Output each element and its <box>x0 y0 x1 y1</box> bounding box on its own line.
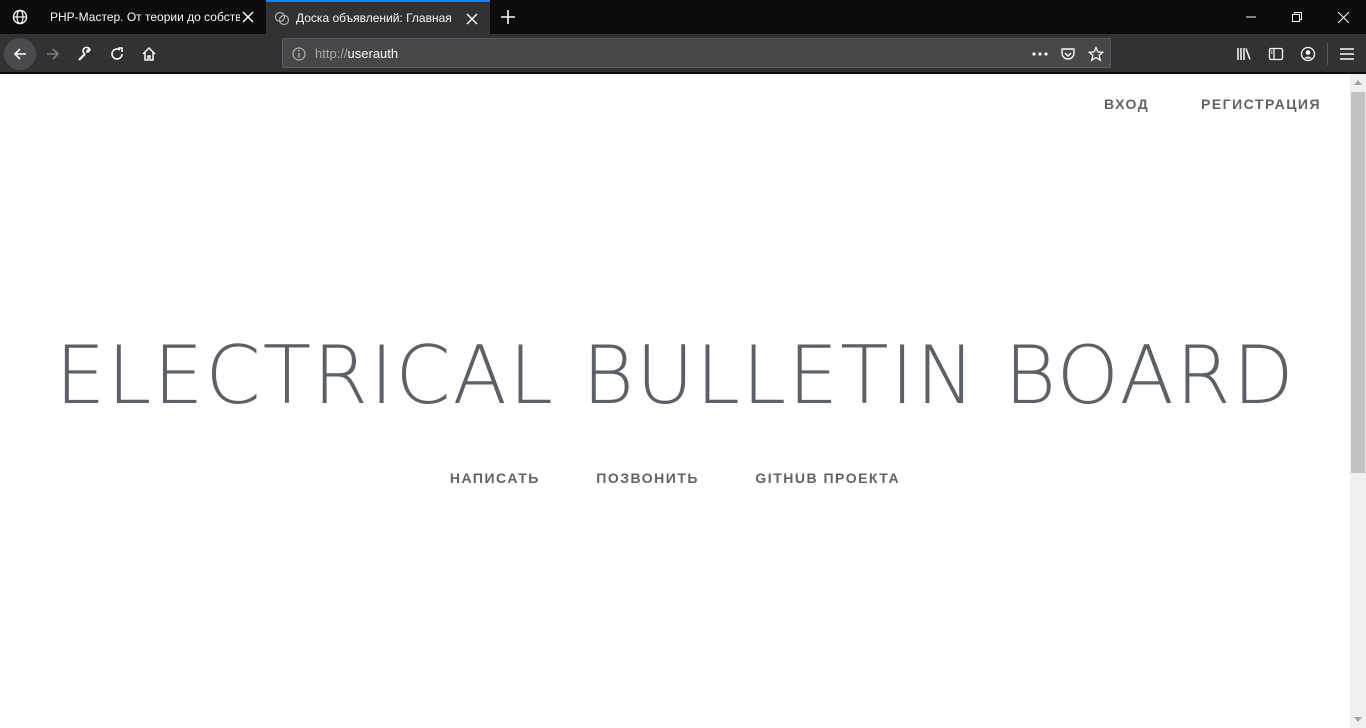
pocket-icon <box>1061 48 1075 60</box>
register-link[interactable]: Регистрация <box>1201 96 1321 112</box>
url-protocol: http:// <box>315 46 348 61</box>
forward-button[interactable] <box>37 38 69 70</box>
menu-button[interactable] <box>1331 38 1363 70</box>
tab-title: PHP-Мастер. От теории до собственной CMS <box>50 10 240 24</box>
address-bar[interactable]: http://userauth <box>282 38 1111 68</box>
scroll-down-button[interactable] <box>1350 711 1366 728</box>
scrollbar-thumb[interactable] <box>1351 92 1365 473</box>
restore-button[interactable] <box>1274 0 1320 34</box>
tab-overflow-globe[interactable] <box>0 0 40 34</box>
plus-icon <box>501 10 515 24</box>
forward-arrow-icon <box>47 48 60 60</box>
tab-close-button[interactable] <box>240 9 256 25</box>
account-button[interactable] <box>1292 38 1324 70</box>
tab-bulletin-board[interactable]: Доска объявлений: Главная <box>266 0 490 34</box>
write-link[interactable]: Написать <box>450 470 540 486</box>
star-icon <box>1088 46 1104 62</box>
account-icon <box>1300 46 1316 62</box>
hamburger-menu-icon <box>1340 48 1354 60</box>
scroll-down-icon <box>1354 717 1362 722</box>
info-icon <box>292 47 306 61</box>
toolbar-separator <box>1327 43 1328 65</box>
close-icon <box>1337 11 1349 23</box>
scroll-up-button[interactable] <box>1350 74 1366 91</box>
minimize-icon <box>1246 16 1256 18</box>
site-info-button[interactable] <box>290 45 308 63</box>
site-favicon <box>274 11 290 26</box>
close-icon <box>466 13 478 25</box>
tab-php-master[interactable]: PHP-Мастер. От теории до собственной CMS <box>40 0 266 34</box>
login-link[interactable]: Вход <box>1104 96 1149 112</box>
url-host: userauth <box>347 46 399 61</box>
pocket-button[interactable] <box>1059 45 1077 63</box>
navigation-toolbar: http://userauth <box>0 34 1366 73</box>
back-button[interactable] <box>4 38 36 70</box>
wrench-icon <box>78 46 91 61</box>
back-arrow-icon <box>13 48 26 60</box>
reload-button[interactable] <box>101 38 133 70</box>
sidebar-icon <box>1268 47 1284 61</box>
minimize-button[interactable] <box>1228 0 1274 34</box>
restore-icon <box>1292 12 1302 22</box>
page-actions-button[interactable] <box>1031 45 1049 63</box>
tab-close-button[interactable] <box>464 11 480 27</box>
more-dots-icon <box>1032 52 1048 56</box>
call-link[interactable]: Позвонить <box>596 470 699 486</box>
page-title: ELECTRICAL BULLETIN BOARD <box>0 326 1350 426</box>
library-icon <box>1237 48 1251 60</box>
url-text[interactable]: http://userauth <box>315 46 398 61</box>
github-link[interactable]: Github проекта <box>755 470 900 486</box>
browser-titlebar: PHP-Мастер. От теории до собственной CMS… <box>0 0 1366 34</box>
new-tab-button[interactable] <box>494 2 522 32</box>
home-button[interactable] <box>133 38 165 70</box>
library-button[interactable] <box>1228 38 1260 70</box>
window-close-button[interactable] <box>1320 0 1366 34</box>
globe-icon <box>12 9 28 25</box>
bookmark-button[interactable] <box>1087 45 1105 63</box>
sidebar-button[interactable] <box>1260 38 1292 70</box>
reload-icon <box>111 47 123 60</box>
page-title-text: ELECTRICAL BULLETIN BOARD <box>54 329 1296 422</box>
close-icon <box>242 11 254 23</box>
tab-title: Доска объявлений: Главная <box>296 11 452 25</box>
scroll-up-icon <box>1354 80 1362 85</box>
page-viewport: Вход Регистрация ELECTRICAL BULLETIN BOA… <box>0 74 1350 728</box>
tools-button[interactable] <box>69 38 101 70</box>
hero-links: Написать Позвонить Github проекта <box>0 470 1350 488</box>
home-icon <box>142 46 156 61</box>
